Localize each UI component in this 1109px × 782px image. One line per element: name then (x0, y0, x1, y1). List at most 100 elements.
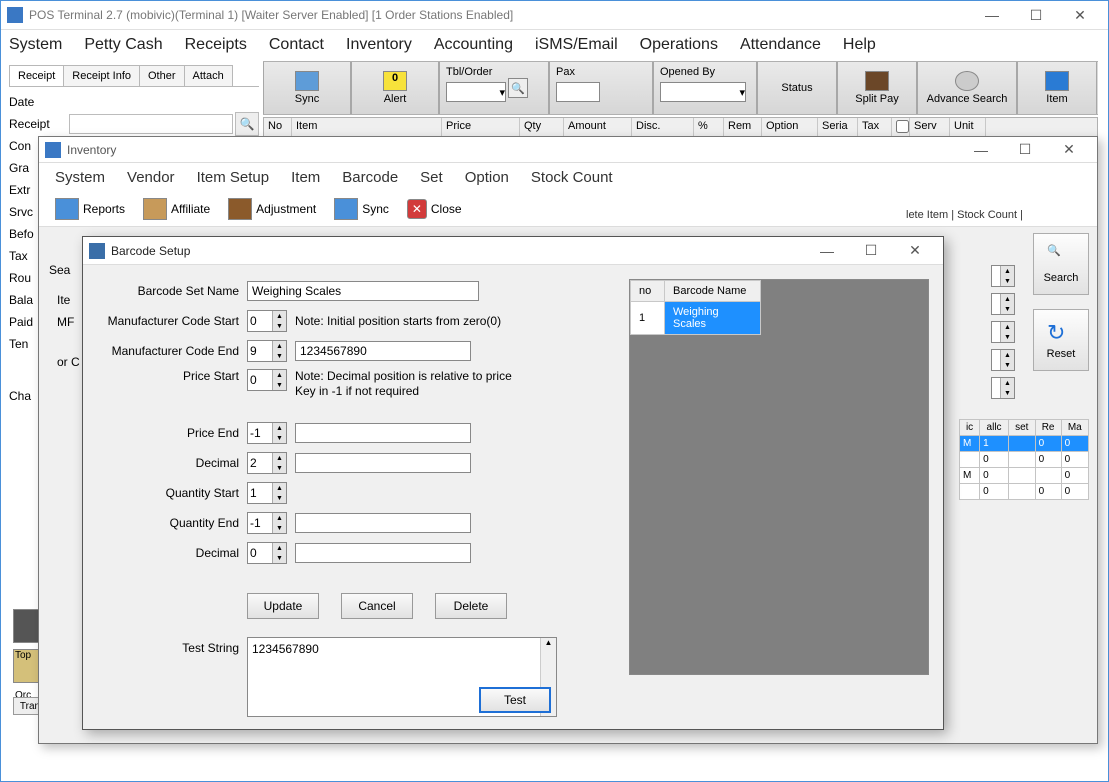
col-disc[interactable]: Disc. (632, 118, 694, 136)
inv-spin-1[interactable]: ▲▼ (991, 265, 1015, 287)
col-item[interactable]: Item (292, 118, 442, 136)
update-button[interactable]: Update (247, 593, 319, 619)
mend-spinner[interactable]: 9▲▼ (247, 340, 287, 362)
qstart-spinner[interactable]: 1▲▼ (247, 482, 287, 504)
maximize-button[interactable]: ☐ (1014, 3, 1058, 27)
dec2-spinner[interactable]: 0▲▼ (247, 542, 287, 564)
menu-inventory[interactable]: Inventory (346, 36, 412, 54)
pstart-spinner[interactable]: 0▲▼ (247, 369, 287, 391)
tab-attach[interactable]: Attach (184, 65, 233, 86)
menu-accounting[interactable]: Accounting (434, 36, 513, 54)
inv-sync-button[interactable]: Sync (328, 196, 395, 222)
list-head-name[interactable]: Barcode Name (665, 281, 761, 302)
inv-menu-stock-count[interactable]: Stock Count (531, 169, 613, 186)
col-tax[interactable]: Tax (858, 118, 892, 136)
list-row-no[interactable]: 1 (631, 302, 665, 335)
dlg-minimize-button[interactable]: — (805, 239, 849, 263)
list-head-no[interactable]: no (631, 281, 665, 302)
list-row-name[interactable]: Weighing Scales (665, 302, 761, 335)
tblorder-combo[interactable]: ▾ (446, 82, 506, 102)
receipt-input[interactable] (69, 114, 233, 134)
col-amount[interactable]: Amount (564, 118, 632, 136)
col-no[interactable]: No (264, 118, 292, 136)
set-name-input[interactable] (247, 281, 479, 301)
inv-menu-option[interactable]: Option (465, 169, 509, 186)
inv-reset-button[interactable]: ↻Reset (1033, 309, 1089, 371)
note-decimal: Note: Decimal position is relative to pr… (295, 369, 512, 399)
dlg-maximize-button[interactable]: ☐ (849, 239, 893, 263)
menu-attendance[interactable]: Attendance (740, 36, 821, 54)
delete-button[interactable]: Delete (435, 593, 507, 619)
tb-splitpay[interactable]: Split Pay (837, 62, 917, 114)
test-button[interactable]: Test (479, 687, 551, 713)
dec2-extra-input[interactable] (295, 543, 471, 563)
dlg-close-button[interactable]: ✕ (893, 239, 937, 263)
dec1-spinner[interactable]: 2▲▼ (247, 452, 287, 474)
mstart-spinner[interactable]: 0▲▼ (247, 310, 287, 332)
col-option[interactable]: Option (762, 118, 818, 136)
up-icon[interactable]: ▲ (272, 311, 286, 321)
col-chk[interactable] (892, 118, 910, 136)
col-serv[interactable]: Serv (910, 118, 950, 136)
inv-minimize-button[interactable]: — (959, 138, 1003, 162)
tab-receipt-info[interactable]: Receipt Info (63, 65, 140, 86)
col-pct[interactable]: % (694, 118, 724, 136)
inv-spin-4[interactable]: ▲▼ (991, 349, 1015, 371)
col-rem[interactable]: Rem (724, 118, 762, 136)
dec1-extra-input[interactable] (295, 453, 471, 473)
mcode-input[interactable] (295, 341, 471, 361)
inv-top-links[interactable]: lete Item | Stock Count | (906, 209, 1023, 221)
tax-checkbox[interactable] (896, 120, 909, 133)
inv-menu-barcode[interactable]: Barcode (342, 169, 398, 186)
menu-isms-email[interactable]: iSMS/Email (535, 36, 618, 54)
tb-status[interactable]: Status (757, 62, 837, 114)
inv-close-button[interactable]: ✕ (1047, 138, 1091, 162)
inv-reports-button[interactable]: Reports (49, 196, 131, 222)
pend-extra-input[interactable] (295, 423, 471, 443)
pax-input[interactable] (556, 82, 600, 102)
main-toolbar: Sync 0Alert Tbl/Order▾🔍 Pax Opened By▾ S… (263, 61, 1098, 115)
inv-spin-5[interactable]: ▲▼ (991, 377, 1015, 399)
col-seria[interactable]: Seria (818, 118, 858, 136)
inv-close-tb-button[interactable]: ✕Close (401, 197, 468, 221)
tblorder-search-icon[interactable]: 🔍 (508, 78, 528, 98)
tb-advsearch[interactable]: Advance Search (917, 62, 1017, 114)
inv-affiliate-button[interactable]: Affiliate (137, 196, 216, 222)
openedby-combo[interactable]: ▾ (660, 82, 746, 102)
dlg-icon (89, 243, 105, 259)
inv-spin-3[interactable]: ▲▼ (991, 321, 1015, 343)
inv-search-button[interactable]: 🔍Search (1033, 233, 1089, 295)
inv-menu-set[interactable]: Set (420, 169, 443, 186)
receipt-search-icon[interactable]: 🔍 (235, 112, 259, 136)
qend-extra-input[interactable] (295, 513, 471, 533)
menu-receipts[interactable]: Receipts (185, 36, 247, 54)
close-button[interactable]: ✕ (1058, 3, 1102, 27)
inv-menu-item[interactable]: Item (291, 169, 320, 186)
tb-sync[interactable]: Sync (263, 62, 351, 114)
col-unit[interactable]: Unit (950, 118, 986, 136)
cancel-button[interactable]: Cancel (341, 593, 413, 619)
inv-menu-item-setup[interactable]: Item Setup (197, 169, 270, 186)
inv-adjustment-button[interactable]: Adjustment (222, 196, 322, 222)
tab-other[interactable]: Other (139, 65, 185, 86)
minimize-button[interactable]: — (970, 3, 1014, 27)
menu-system[interactable]: System (9, 36, 62, 54)
inv-maximize-button[interactable]: ☐ (1003, 138, 1047, 162)
lbl-dec1: Decimal (97, 456, 247, 470)
menu-petty-cash[interactable]: Petty Cash (84, 36, 162, 54)
menu-help[interactable]: Help (843, 36, 876, 54)
tab-receipt[interactable]: Receipt (9, 65, 64, 86)
tb-alert[interactable]: 0Alert (351, 62, 439, 114)
col-qty[interactable]: Qty (520, 118, 564, 136)
menu-operations[interactable]: Operations (640, 36, 718, 54)
tb-item[interactable]: Item (1017, 62, 1097, 114)
col-price[interactable]: Price (442, 118, 520, 136)
menu-contact[interactable]: Contact (269, 36, 324, 54)
inv-menu-vendor[interactable]: Vendor (127, 169, 175, 186)
down-icon[interactable]: ▼ (272, 321, 286, 331)
pend-spinner[interactable]: -1▲▼ (247, 422, 287, 444)
tb-pax: Pax (549, 62, 653, 114)
inv-spin-2[interactable]: ▲▼ (991, 293, 1015, 315)
qend-spinner[interactable]: -1▲▼ (247, 512, 287, 534)
inv-menu-system[interactable]: System (55, 169, 105, 186)
